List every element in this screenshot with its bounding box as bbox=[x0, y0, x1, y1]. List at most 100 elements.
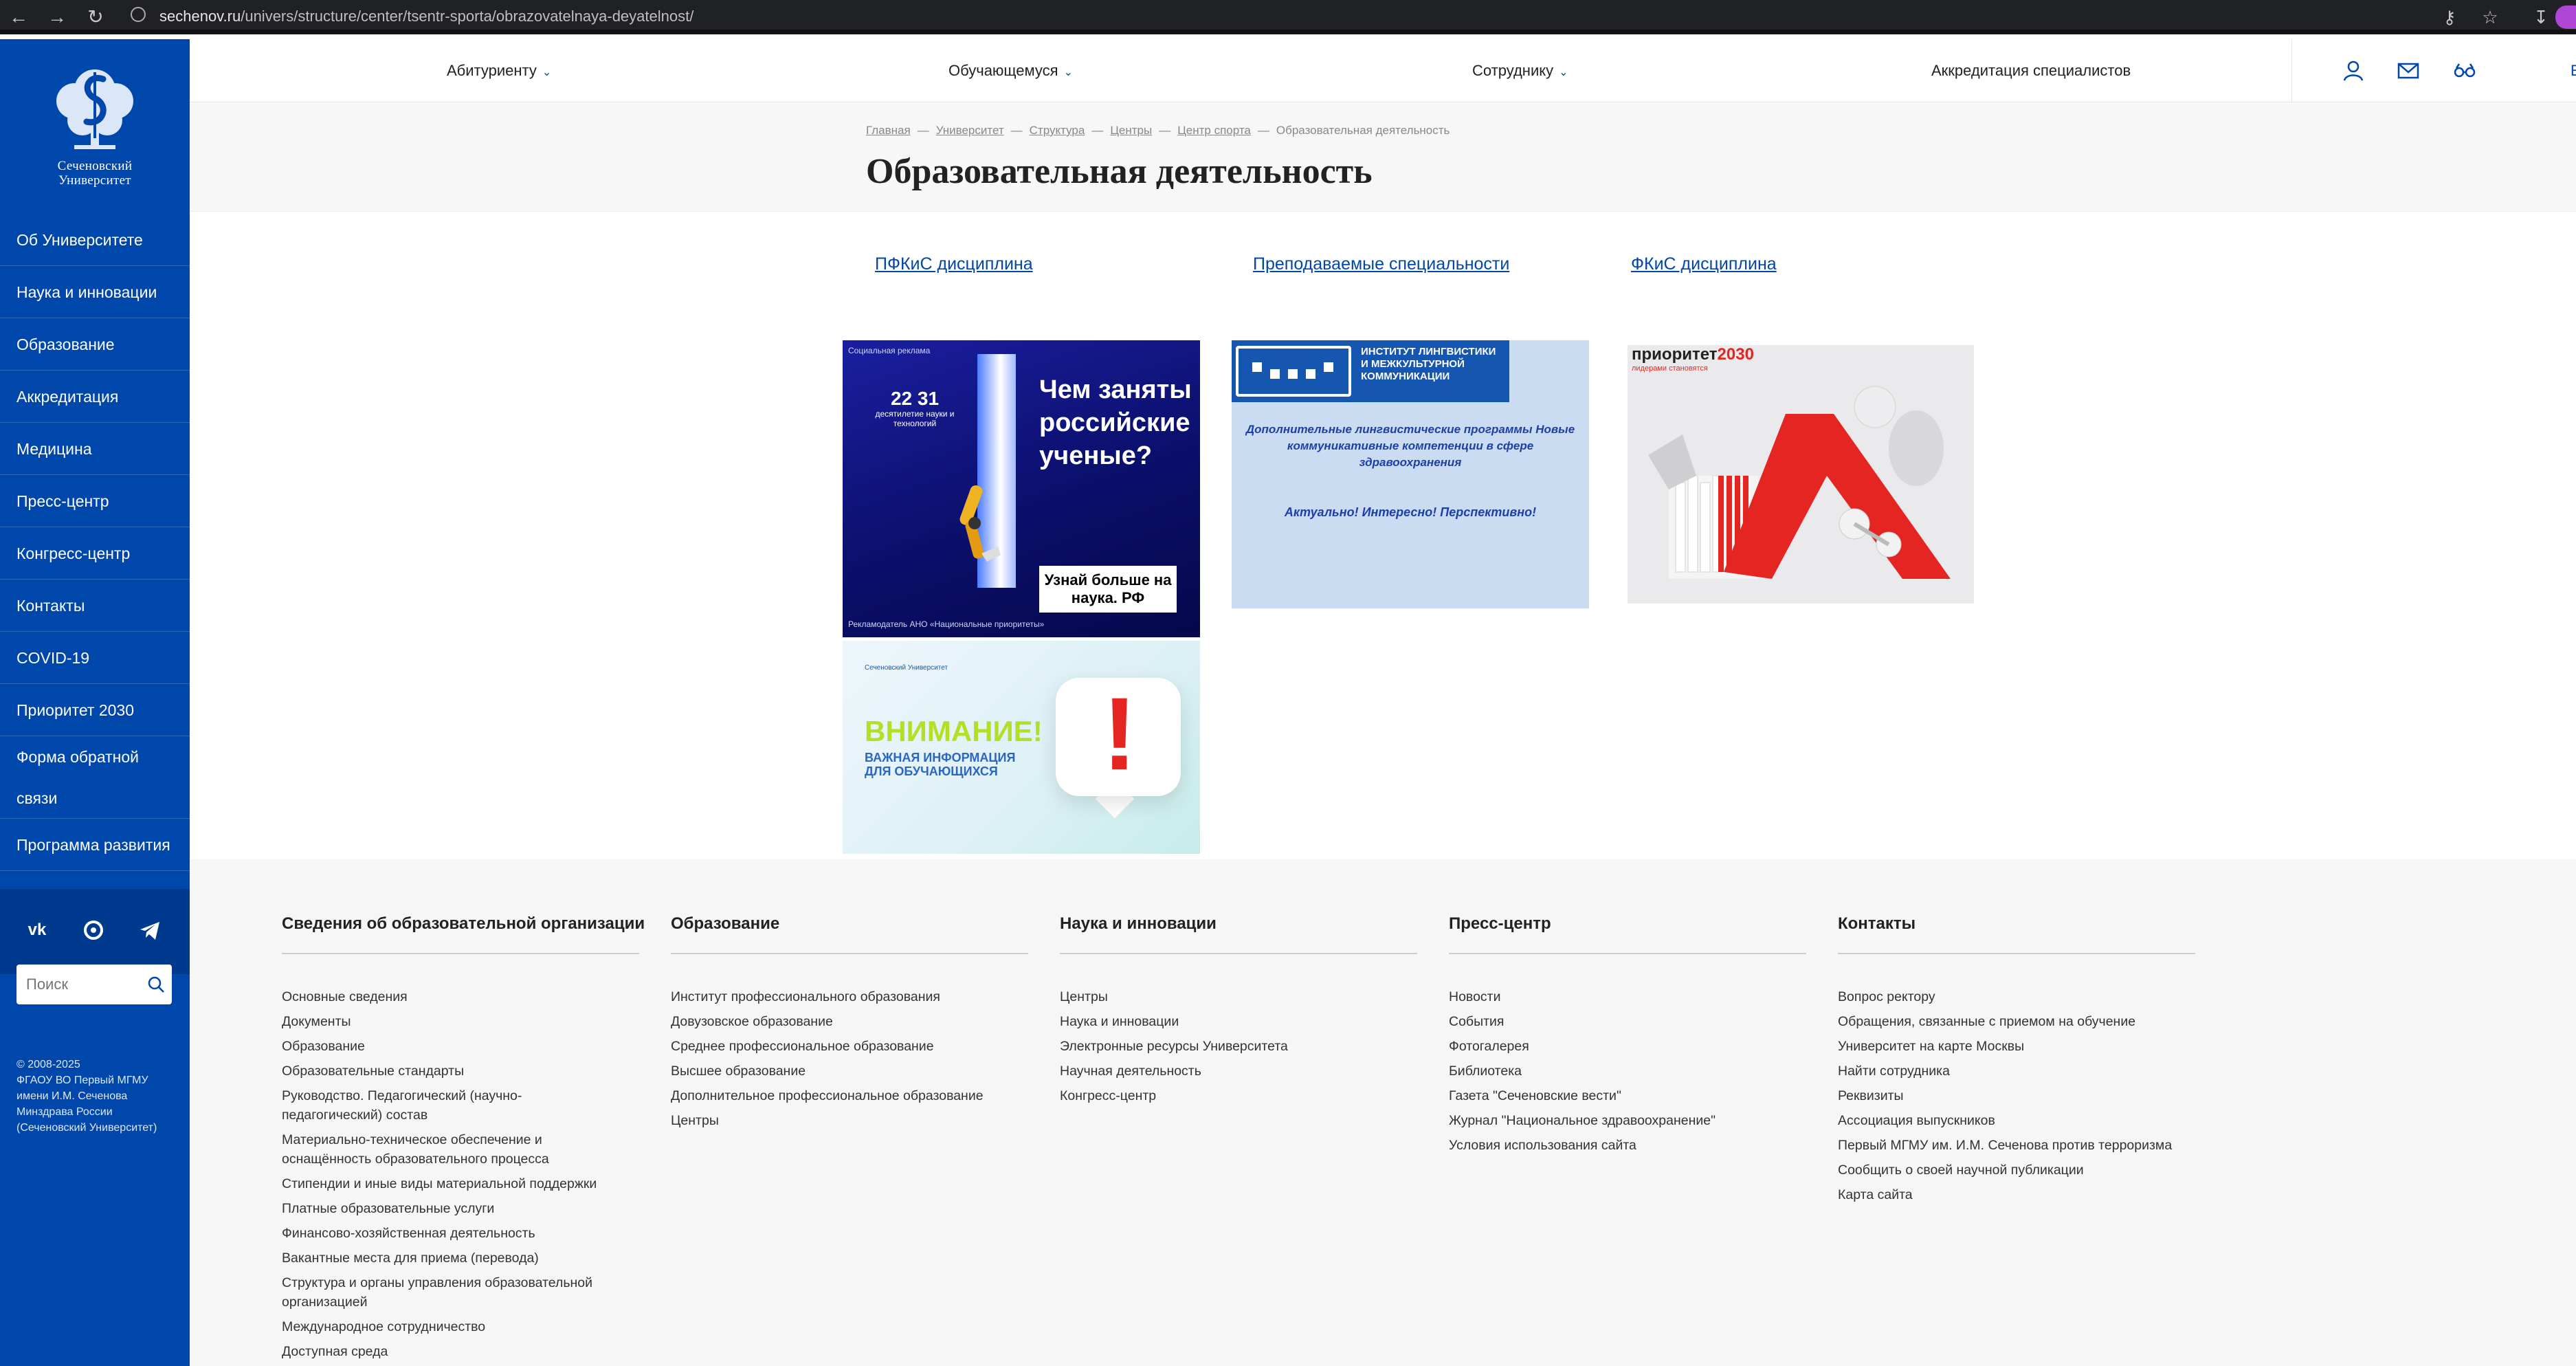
footer-link[interactable]: Электронные ресурсы Университета bbox=[1060, 1037, 1417, 1056]
sidebar-item-priority[interactable]: Приоритет 2030 bbox=[0, 684, 190, 736]
footer-link[interactable]: Институт профессионального образования bbox=[671, 987, 1028, 1006]
footer-heading[interactable]: Наука и инновации bbox=[1060, 914, 1417, 954]
sidebar-item-press[interactable]: Пресс-центр bbox=[0, 475, 190, 527]
ok-icon[interactable] bbox=[80, 916, 107, 944]
key-icon[interactable]: ⚷ bbox=[2436, 4, 2463, 30]
breadcrumb-structure[interactable]: Структура bbox=[1030, 124, 1085, 137]
university-logo[interactable]: Сеченовский Университет bbox=[40, 58, 150, 203]
language-switch[interactable]: E bbox=[2571, 39, 2576, 102]
nav-student[interactable]: Обучающемуся ⌄ bbox=[948, 39, 1073, 102]
sidebar-item-congress[interactable]: Конгресс-центр bbox=[0, 527, 190, 580]
footer-link[interactable]: Реквизиты bbox=[1838, 1086, 2195, 1105]
sidebar-item-medicine[interactable]: Медицина bbox=[0, 423, 190, 475]
glasses-icon[interactable] bbox=[2452, 58, 2477, 83]
footer-link[interactable]: Вопрос ректору bbox=[1838, 987, 2195, 1006]
footer-link[interactable]: Международное сотрудничество bbox=[282, 1317, 639, 1336]
sidebar-item-contacts[interactable]: Контакты bbox=[0, 580, 190, 632]
search-icon[interactable] bbox=[146, 974, 166, 995]
footer-link[interactable]: Карта сайта bbox=[1838, 1185, 2195, 1204]
reload-icon[interactable]: ↻ bbox=[82, 4, 109, 30]
footer-link[interactable]: Газета "Сеченовские вести" bbox=[1449, 1086, 1806, 1105]
banner-science[interactable]: Социальная реклама 22 31 десятилетие нау… bbox=[843, 340, 1200, 637]
footer-link[interactable]: Стипендии и иные виды материальной подде… bbox=[282, 1174, 639, 1193]
footer-link[interactable]: Основные сведения bbox=[282, 987, 639, 1006]
footer-link[interactable]: Руководство. Педагогический (научно-педа… bbox=[282, 1086, 557, 1125]
footer-link[interactable]: Доступная среда bbox=[282, 1342, 639, 1361]
sidebar-item-covid[interactable]: COVID-19 bbox=[0, 632, 190, 684]
search-input[interactable] bbox=[26, 965, 143, 1004]
nav-applicant[interactable]: Абитуриенту ⌄ bbox=[447, 39, 551, 102]
nav-employee[interactable]: Сотруднику ⌄ bbox=[1472, 39, 1568, 102]
footer-link[interactable]: Центры bbox=[671, 1111, 1028, 1130]
footer-link[interactable]: Ассоциация выпускников bbox=[1838, 1111, 2195, 1130]
breadcrumb-sep: — bbox=[1010, 124, 1023, 137]
sidebar-item-accreditation[interactable]: Аккредитация bbox=[0, 371, 190, 423]
sidebar-item-science[interactable]: Наука и инновации bbox=[0, 266, 190, 318]
footer-link[interactable]: Вакантные места для приема (перевода) bbox=[282, 1248, 639, 1268]
footer-link[interactable]: Библиотека bbox=[1449, 1061, 1806, 1081]
footer-link[interactable]: Новости bbox=[1449, 987, 1806, 1006]
footer-link[interactable]: Документы bbox=[282, 1012, 639, 1031]
footer-link[interactable]: Образование bbox=[282, 1037, 639, 1056]
footer-link[interactable]: Платные образовательные услуги bbox=[282, 1199, 639, 1218]
vk-icon[interactable]: vk bbox=[23, 916, 51, 944]
mail-icon[interactable] bbox=[2396, 58, 2421, 83]
nav-accreditation[interactable]: Аккредитация специалистов bbox=[1931, 39, 2131, 102]
copyright-line: ФГАОУ ВО Первый МГМУ bbox=[16, 1075, 148, 1086]
footer-link[interactable]: Сообщить о своей научной публикации bbox=[1838, 1160, 2195, 1180]
footer-link[interactable]: Среднее профессиональное образование bbox=[671, 1037, 1028, 1056]
breadcrumb-home[interactable]: Главная bbox=[866, 124, 911, 137]
telegram-icon[interactable] bbox=[136, 916, 164, 944]
footer-heading[interactable]: Образование bbox=[671, 914, 1028, 954]
bookmark-star-icon[interactable]: ☆ bbox=[2477, 4, 2503, 30]
footer-link[interactable]: Конгресс-центр bbox=[1060, 1086, 1417, 1105]
decade-number: 22 31 bbox=[890, 388, 940, 409]
footer-link[interactable]: Обращения, связанные с приемом на обучен… bbox=[1838, 1012, 2195, 1031]
footer-link[interactable]: Центры bbox=[1060, 987, 1417, 1006]
breadcrumb-university[interactable]: Университет bbox=[936, 124, 1004, 137]
footer-link[interactable]: События bbox=[1449, 1012, 1806, 1031]
attention-headline: ВНИМАНИЕ! bbox=[865, 715, 1043, 747]
banner-linguistics[interactable]: Институт лингвистики и межкультурной ком… bbox=[1232, 340, 1589, 608]
breadcrumb-centers[interactable]: Центры bbox=[1110, 124, 1152, 137]
social-links: vk bbox=[0, 889, 190, 974]
banner-priority-2030[interactable]: приоритет2030 лидерами становятся bbox=[1628, 345, 1974, 604]
download-icon[interactable]: ↧ bbox=[2528, 4, 2554, 30]
breadcrumb-sport-center[interactable]: Центр спорта bbox=[1177, 124, 1251, 137]
footer-link[interactable]: Найти сотрудника bbox=[1838, 1061, 2195, 1081]
footer-link[interactable]: Журнал "Национальное здравоохранение" bbox=[1449, 1111, 1806, 1130]
footer-heading[interactable]: Контакты bbox=[1838, 914, 2195, 954]
banner-attention[interactable]: Сеченовский Университет ВНИМАНИЕ! ВАЖНАЯ… bbox=[843, 641, 1200, 854]
back-icon[interactable]: ← bbox=[5, 4, 32, 30]
footer-link[interactable]: Структура и органы управления образовате… bbox=[282, 1273, 612, 1312]
link-pfkis-discipline[interactable]: ПФКиС дисциплина bbox=[875, 254, 1033, 274]
sidebar-item-about[interactable]: Об Университете bbox=[0, 214, 190, 266]
forward-icon[interactable]: → bbox=[44, 4, 70, 30]
nav-divider bbox=[2291, 39, 2292, 102]
footer-link[interactable]: Научная деятельность bbox=[1060, 1061, 1417, 1081]
link-fkis-discipline[interactable]: ФКиС дисциплина bbox=[1631, 254, 1777, 274]
footer-link[interactable]: Дополнительное профессиональное образова… bbox=[671, 1086, 1028, 1105]
sidebar-item-development[interactable]: Программа развития bbox=[0, 819, 190, 871]
link-taught-specialties[interactable]: Преподаваемые специальности bbox=[1253, 254, 1509, 274]
footer-link[interactable]: Образовательные стандарты bbox=[282, 1061, 639, 1081]
browser-chrome: ← → ↻ sechenov.ru/univers/structure/cent… bbox=[0, 0, 2576, 34]
footer-link[interactable]: Довузовское образование bbox=[671, 1012, 1028, 1031]
robot-arm-icon bbox=[959, 485, 1001, 562]
footer-link[interactable]: Университет на карте Москвы bbox=[1838, 1037, 2195, 1056]
footer-link[interactable]: Условия использования сайта bbox=[1449, 1136, 1806, 1155]
footer-link[interactable]: Финансово-хозяйственная деятельность bbox=[282, 1224, 639, 1243]
address-bar[interactable]: sechenov.ru/univers/structure/center/tse… bbox=[124, 3, 2488, 30]
footer-link[interactable]: Первый МГМУ им. И.М. Сеченова против тер… bbox=[1838, 1136, 2195, 1155]
footer-link[interactable]: Наука и инновации bbox=[1060, 1012, 1417, 1031]
user-icon[interactable] bbox=[2341, 58, 2366, 83]
learn-more-button[interactable]: Узнай больше на наука. РФ bbox=[1039, 566, 1177, 613]
sidebar-item-feedback[interactable]: Форма обратной связи bbox=[0, 736, 190, 819]
profile-avatar[interactable] bbox=[2555, 5, 2576, 29]
footer-link[interactable]: Высшее образование bbox=[671, 1061, 1028, 1081]
footer-heading[interactable]: Пресс-центр bbox=[1449, 914, 1806, 954]
sidebar-item-education[interactable]: Образование bbox=[0, 318, 190, 371]
footer-link[interactable]: Фотогалерея bbox=[1449, 1037, 1806, 1056]
footer-heading[interactable]: Сведения об образовательной организации bbox=[282, 914, 645, 954]
footer-link[interactable]: Материально-техническое обеспечение и ос… bbox=[282, 1130, 584, 1169]
